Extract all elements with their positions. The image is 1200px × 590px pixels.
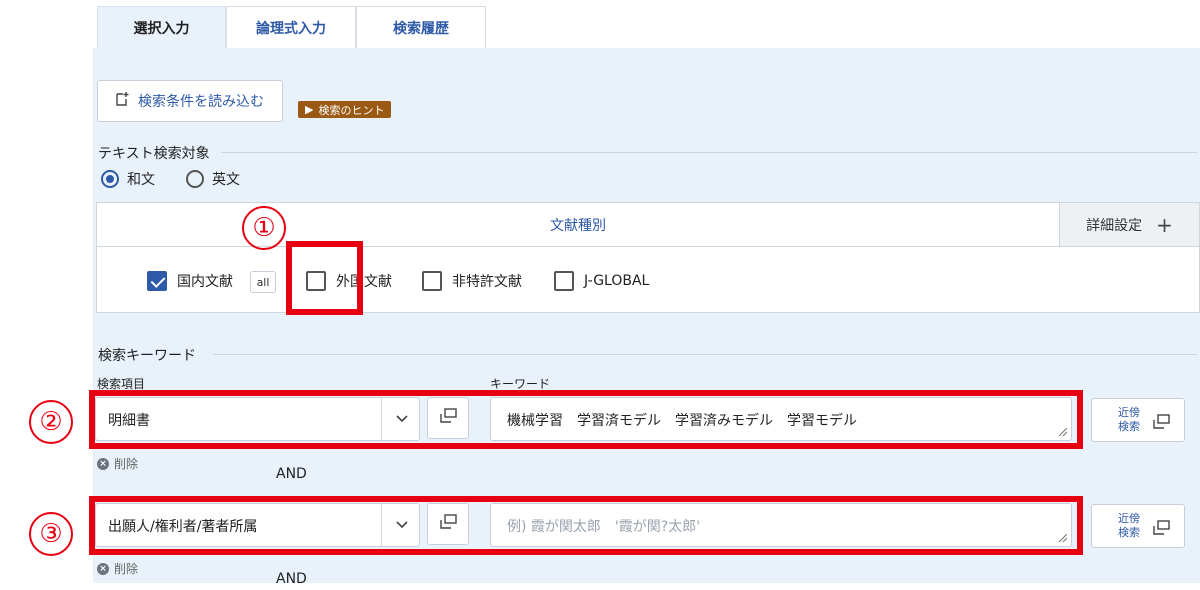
tab-select-input[interactable]: 選択入力 — [97, 6, 226, 49]
window-copy-icon — [1152, 414, 1170, 434]
operator-and: AND — [276, 571, 307, 583]
tab-label: 論理式入力 — [256, 21, 326, 37]
close-circle-icon: × — [97, 562, 109, 575]
close-circle-icon: × — [97, 457, 109, 470]
window-copy-icon — [1152, 520, 1170, 540]
all-badge[interactable]: all — [250, 271, 276, 293]
delete-label: 削除 — [114, 562, 139, 576]
checkbox-non-patent[interactable]: 非特許文献 — [422, 271, 522, 291]
load-conditions-label: 検索条件を読み込む — [138, 94, 264, 110]
radio-label: 英文 — [212, 172, 240, 188]
detail-settings-label: 詳細設定 — [1086, 217, 1143, 234]
radio-icon-on — [101, 170, 119, 188]
radio-english[interactable]: 英文 — [186, 169, 240, 189]
checkbox-icon — [422, 271, 442, 291]
divider — [221, 152, 1197, 153]
annotation-number-3: ③ — [29, 512, 73, 556]
load-file-icon — [114, 91, 130, 111]
delete-label: 削除 — [114, 457, 139, 471]
play-icon: ▶ — [305, 103, 314, 116]
checkbox-domestic[interactable]: 国内文献 — [147, 271, 233, 291]
checkbox-label: 国内文献 — [177, 274, 233, 290]
all-badge-label: all — [256, 275, 270, 289]
checkbox-checked-icon — [147, 271, 167, 291]
checkbox-label: J-GLOBAL — [584, 273, 650, 289]
plus-icon: + — [1156, 212, 1173, 237]
annotation-box-2 — [89, 390, 1083, 449]
checkbox-jglobal[interactable]: J-GLOBAL — [554, 271, 649, 291]
radio-japanese[interactable]: 和文 — [101, 169, 155, 189]
search-hint-label: 検索のヒント — [318, 103, 385, 117]
delete-row-button[interactable]: × 削除 — [97, 455, 138, 472]
annotation-box-3 — [89, 496, 1083, 555]
delete-row-button[interactable]: × 削除 — [97, 560, 138, 577]
annotation-number-2: ② — [29, 400, 73, 444]
text-target-label: テキスト検索対象 — [98, 146, 210, 162]
annotation-number-1: ① — [242, 206, 286, 250]
tab-logic-input[interactable]: 論理式入力 — [226, 6, 356, 49]
search-hint-button[interactable]: ▶ 検索のヒント — [298, 101, 392, 118]
checkbox-icon — [554, 271, 574, 291]
near-search-button[interactable]: 近傍検索 — [1091, 504, 1185, 548]
near-search-label: 近傍検索 — [1118, 512, 1140, 539]
annotation-box-1 — [286, 241, 363, 315]
tab-label: 選択入力 — [133, 21, 190, 37]
tab-search-history[interactable]: 検索履歴 — [356, 6, 486, 49]
checkbox-label: 非特許文献 — [452, 274, 522, 290]
radio-label: 和文 — [127, 172, 155, 188]
near-search-label: 近傍検索 — [1118, 406, 1140, 433]
keyword-section-label: 検索キーワード — [98, 348, 196, 364]
load-conditions-button[interactable]: 検索条件を読み込む — [97, 80, 283, 122]
detail-settings-button[interactable]: 詳細設定 + — [1059, 203, 1199, 247]
tab-label: 検索履歴 — [393, 21, 449, 37]
document-type-title: 文献種別 — [550, 217, 606, 234]
operator-and: AND — [276, 466, 307, 482]
divider — [213, 354, 1197, 355]
near-search-button[interactable]: 近傍検索 — [1091, 398, 1185, 442]
radio-icon-off — [186, 170, 204, 188]
